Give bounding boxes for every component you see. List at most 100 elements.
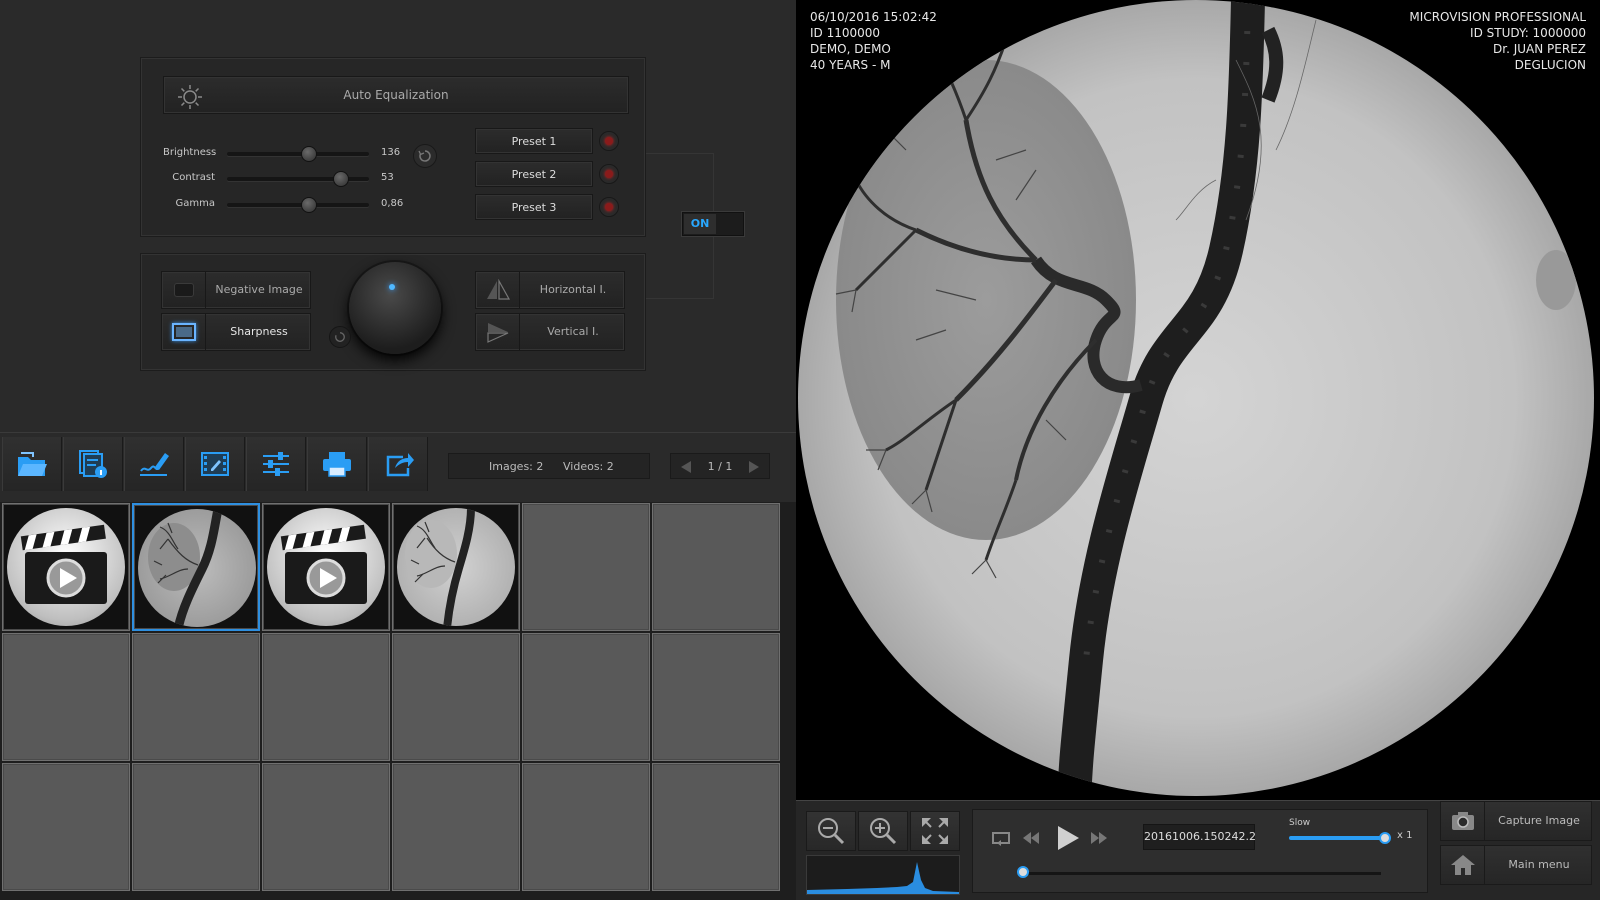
fullscreen-button[interactable] [910,811,960,851]
thumbnail-image-2[interactable] [392,503,520,631]
gamma-track[interactable] [227,203,369,207]
printer-icon [323,452,351,477]
patient-info-overlay: 06/10/2016 15:02:42 ID 1100000 DEMO, DEM… [810,9,937,73]
auto-equalization-button[interactable]: Auto Equalization [163,76,629,114]
thumbnail-slot-empty[interactable] [522,763,650,891]
export-button[interactable] [368,437,428,491]
thumbnail-slot-empty[interactable] [392,633,520,761]
loop-icon[interactable] [991,830,1011,846]
thumbnail-slot-empty[interactable] [132,633,260,761]
thumbnail-slot-empty[interactable] [132,763,260,891]
horizontal-flip-label: Horizontal I. [539,283,607,296]
thumbnail-slot-empty[interactable] [522,503,650,631]
preset-2-button[interactable]: Preset 2 [475,161,593,187]
negative-image-button[interactable]: Negative Image [161,271,311,309]
control-area: Auto Equalization Brightness 136 Contras… [0,0,796,900]
capture-image-button[interactable]: Capture Image [1440,801,1592,841]
pen-signature-icon [140,453,169,476]
share-export-icon [386,453,414,477]
thumbnail-video-2[interactable] [262,503,390,631]
thumbnail-slot-empty[interactable] [2,633,130,761]
study-id: ID STUDY: 1000000 [1470,26,1586,40]
capture-image-label: Capture Image [1498,814,1580,827]
play-icon[interactable] [1055,824,1081,852]
brightness-slider[interactable]: Brightness 136 [163,144,413,164]
thumbnail-slot-empty[interactable] [522,633,650,761]
app-window: Auto Equalization Brightness 136 Contras… [0,0,1600,900]
thumbnail-slot-empty[interactable] [652,763,780,891]
toggle-on-label: ON [684,214,716,234]
viewer-controls: 20161006.150242.2 Slow x 1 Capture Image… [796,800,1600,900]
horizontal-flip-button[interactable]: Horizontal I. [475,271,625,309]
adjust-settings-button[interactable] [246,437,306,491]
playback-progress-track[interactable] [1019,872,1381,875]
vertical-flip-label: Vertical I. [547,325,599,338]
gamma-value: 0,86 [381,198,404,209]
thumbnail-slot-empty[interactable] [652,633,780,761]
fast-forward-icon[interactable] [1089,830,1109,846]
zoom-out-icon [818,818,845,845]
preset-1-record-icon[interactable] [599,131,619,151]
signature-button[interactable] [124,437,184,491]
angiography-thumbnail-icon [138,509,256,627]
contrast-slider[interactable]: Contrast 53 [163,169,413,189]
angiography-image [798,0,1594,796]
playback-progress-thumb[interactable] [1017,866,1029,878]
toolbar: Images: 2 Videos: 2 1 / 1 [0,432,796,500]
gamma-label: Gamma [175,198,216,209]
preset-1-button[interactable]: Preset 1 [475,128,593,154]
edit-video-button[interactable] [185,437,245,491]
thumbnail-slot-empty[interactable] [262,763,390,891]
speed-label: Slow [1289,818,1311,828]
fullscreen-icon [922,818,948,844]
vertical-flip-button[interactable]: Vertical I. [475,313,625,351]
auto-equalization-label: Auto Equalization [343,88,449,102]
patient-name: DEMO, DEMO [810,42,891,56]
vertical-flip-icon [476,314,520,350]
thumbnail-slot-empty[interactable] [2,763,130,891]
effects-panel: Negative Image Sharpness Horizontal I. V… [140,253,646,371]
zoom-in-button[interactable] [858,811,908,851]
preset-3-button[interactable]: Preset 3 [475,194,593,220]
document-info-button[interactable] [63,437,123,491]
sharpness-knob[interactable] [349,262,441,354]
reset-icon[interactable] [413,144,437,168]
thumbnail-image-1[interactable] [132,503,260,631]
film-edit-icon [201,452,229,476]
rewind-icon[interactable] [1021,830,1041,846]
thumbnail-video-1[interactable] [2,503,130,631]
thumbnail-slot-empty[interactable] [652,503,780,631]
next-page-icon[interactable] [749,461,759,473]
contrast-thumb[interactable] [333,171,349,187]
main-menu-button[interactable]: Main menu [1440,845,1592,885]
preset-3-record-icon[interactable] [599,197,619,217]
preset-2-record-icon[interactable] [599,164,619,184]
image-viewer[interactable]: 06/10/2016 15:02:42 ID 1100000 DEMO, DEM… [796,0,1600,800]
video-clapper-icon [267,508,385,626]
knob-reset-icon[interactable] [329,326,351,348]
thumbnail-slot-empty[interactable] [392,763,520,891]
document-info-icon [79,450,107,478]
brightness-track[interactable] [227,152,369,156]
thumbnail-slot-empty[interactable] [262,633,390,761]
videos-count: Videos: 2 [563,460,614,473]
horizontal-flip-icon [476,272,520,308]
study-info-overlay: MICROVISION PROFESSIONAL ID STUDY: 10000… [1409,9,1586,73]
contrast-label: Contrast [172,172,215,183]
sharpness-icon [162,314,206,350]
open-folder-button[interactable] [2,437,62,491]
speed-slider[interactable] [1289,836,1385,840]
patient-age-sex: 40 YEARS - M [810,58,891,72]
gamma-thumb[interactable] [301,197,317,213]
on-off-toggle[interactable]: ON [682,212,744,236]
zoom-out-button[interactable] [806,811,856,851]
equalization-panel: Auto Equalization Brightness 136 Contras… [140,57,646,237]
negative-image-label: Negative Image [215,283,303,296]
brightness-label: Brightness [163,147,217,158]
brightness-thumb[interactable] [301,146,317,162]
speed-slider-thumb[interactable] [1379,832,1391,844]
gamma-slider[interactable]: Gamma 0,86 [163,195,413,215]
sharpness-button[interactable]: Sharpness [161,313,311,351]
angiography-thumbnail-icon [397,508,515,626]
print-button[interactable] [307,437,367,491]
